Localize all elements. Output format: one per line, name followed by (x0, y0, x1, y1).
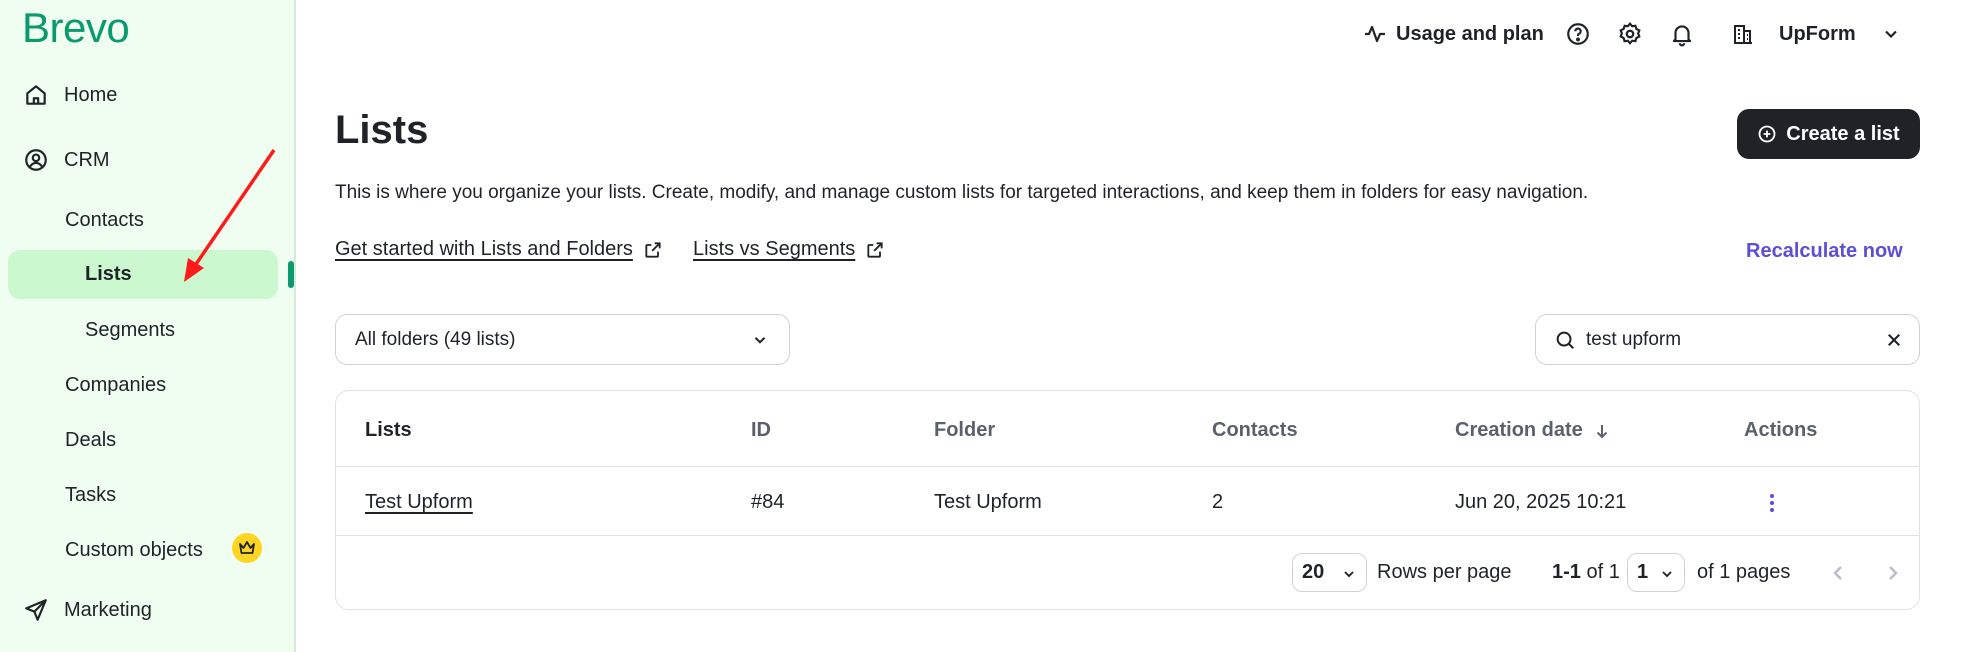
page-title: Lists (335, 108, 429, 152)
next-page-icon[interactable] (1881, 561, 1905, 585)
sidebar-item-tasks[interactable]: Tasks (65, 484, 116, 507)
sidebar-item-segments[interactable]: Segments (85, 319, 175, 342)
sidebar-item-lists-label[interactable]: Lists (85, 263, 132, 286)
sidebar: Brevo Home CRM Contacts Lists Segments C… (0, 0, 296, 652)
help-icon[interactable] (1565, 21, 1591, 47)
lists-vs-segments-link-label: Lists vs Segments (693, 238, 856, 260)
brevo-logo[interactable]: Brevo (22, 4, 130, 52)
create-list-label: Create a list (1786, 122, 1900, 145)
chevron-down-icon (754, 337, 766, 344)
list-name-link[interactable]: Test Upform (365, 491, 473, 514)
building-icon (1734, 25, 1752, 44)
column-header-folder: Folder (934, 419, 996, 441)
column-header-lists: Lists (365, 419, 412, 441)
column-header-actions: Actions (1744, 419, 1818, 441)
usage-and-plan-label: Usage and plan (1396, 22, 1544, 45)
search-box[interactable] (1535, 314, 1920, 365)
sidebar-item-home[interactable]: Home (22, 81, 117, 109)
plus-circle-icon (1758, 125, 1776, 143)
list-id: #84 (751, 491, 785, 513)
home-icon (22, 81, 50, 109)
previous-page-icon[interactable] (1826, 561, 1850, 585)
rows-per-page-label: Rows per page (1377, 561, 1512, 583)
create-list-button[interactable]: Create a list (1737, 109, 1920, 159)
list-folder: Test Upform (934, 491, 1042, 513)
folder-filter-value: All folders (49 lists) (355, 328, 516, 350)
column-header-creation-date-label: Creation date (1455, 419, 1583, 441)
account-menu[interactable]: UpForm (1731, 22, 1901, 46)
list-contacts-count: 2 (1212, 491, 1224, 513)
crown-icon (232, 533, 262, 563)
bell-icon[interactable] (1669, 21, 1695, 47)
row-actions-menu-icon[interactable] (1762, 489, 1782, 517)
account-name: UpForm (1779, 22, 1856, 45)
page-select-value: 1 (1637, 561, 1649, 583)
chevron-down-icon (1884, 30, 1897, 39)
gear-icon[interactable] (1617, 21, 1643, 47)
clear-search-icon[interactable] (1885, 331, 1903, 349)
recalculate-now-link[interactable]: Recalculate now (1746, 240, 1903, 263)
usage-and-plan-button[interactable]: Usage and plan (1363, 22, 1544, 46)
sidebar-item-lists[interactable] (8, 250, 278, 299)
list-creation-date: Jun 20, 2025 10:21 (1455, 491, 1627, 513)
sidebar-item-marketing[interactable]: Marketing (22, 596, 152, 624)
external-link-icon (645, 241, 661, 258)
header-divider (336, 466, 1919, 467)
rows-per-page-select[interactable]: 20 (1292, 553, 1367, 592)
sidebar-item-label: CRM (64, 148, 110, 171)
get-started-link[interactable]: Get started with Lists and Folders (335, 238, 663, 261)
lists-table: Lists ID Folder Contacts Creation date A… (335, 390, 1920, 610)
search-icon (1556, 331, 1574, 349)
get-started-link-label: Get started with Lists and Folders (335, 238, 633, 260)
search-input[interactable] (1586, 325, 1866, 355)
sidebar-item-custom-objects[interactable]: Custom objects (65, 539, 203, 562)
lists-vs-segments-link[interactable]: Lists vs Segments (693, 238, 885, 261)
user-circle-icon (22, 146, 50, 174)
sidebar-item-crm[interactable]: CRM (22, 146, 110, 174)
active-indicator (288, 261, 294, 288)
folder-filter-select[interactable]: All folders (49 lists) (335, 314, 790, 365)
sidebar-item-label: Home (64, 83, 118, 106)
page-description: This is where you organize your lists. C… (335, 182, 1589, 203)
page-range-total: of 1 (1586, 561, 1620, 583)
row-divider (336, 535, 1919, 536)
activity-icon (1365, 25, 1385, 43)
sidebar-item-deals[interactable]: Deals (65, 429, 116, 452)
chevron-down-icon (1344, 571, 1354, 578)
send-icon (22, 596, 50, 624)
column-header-creation-date[interactable]: Creation date (1455, 419, 1611, 442)
page-range-bold: 1-1 (1552, 561, 1581, 583)
sort-arrow-down-icon (1596, 424, 1608, 438)
total-pages-label: of 1 pages (1697, 561, 1791, 583)
page-range: 1-1 of 1 (1552, 561, 1620, 584)
sidebar-item-label: Marketing (64, 598, 152, 621)
rows-per-page-value: 20 (1302, 561, 1325, 583)
external-link-icon (867, 241, 883, 258)
sidebar-item-contacts[interactable]: Contacts (65, 209, 144, 232)
column-header-contacts: Contacts (1212, 419, 1298, 441)
chevron-down-icon (1662, 571, 1672, 578)
sidebar-item-companies[interactable]: Companies (65, 374, 166, 397)
page-select[interactable]: 1 (1627, 553, 1685, 592)
column-header-id: ID (751, 419, 771, 441)
